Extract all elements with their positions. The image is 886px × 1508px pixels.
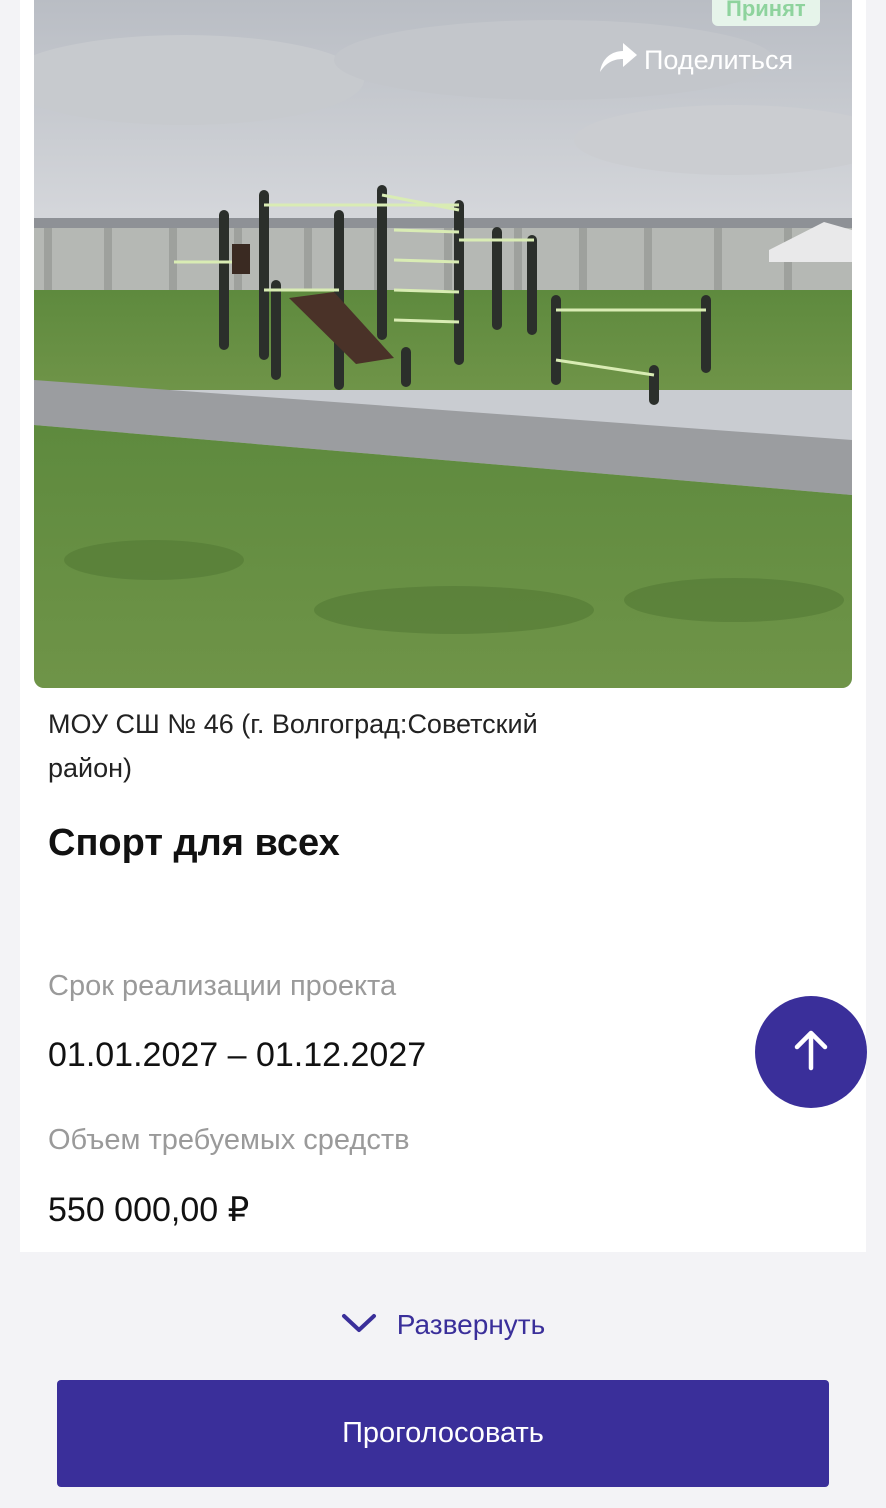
share-button[interactable]: Поделиться: [598, 40, 793, 80]
arrow-up-icon: [789, 1028, 833, 1077]
project-title: Спорт для всех: [48, 822, 340, 864]
period-label: Срок реализации проекта: [48, 970, 397, 1002]
chevron-down-icon: [341, 1309, 377, 1341]
funds-value: 550 000,00 ₽: [48, 1191, 250, 1229]
project-photo: [34, 0, 852, 688]
organization-name: МОУ СШ № 46 (г. Волгоград:Советский райо…: [48, 709, 538, 783]
period-value: 01.01.2027 – 01.12.2027: [48, 1036, 427, 1074]
expand-button[interactable]: Развернуть: [0, 1300, 886, 1350]
scroll-top-button[interactable]: [755, 996, 867, 1108]
expand-label: Развернуть: [396, 1309, 546, 1340]
share-arrow-icon: [598, 40, 638, 81]
vote-button[interactable]: Проголосовать: [57, 1380, 829, 1487]
share-label: Поделиться: [644, 44, 794, 75]
status-badge: Принят: [712, 0, 820, 26]
funds-label: Объем требуемых средств: [48, 1124, 410, 1156]
